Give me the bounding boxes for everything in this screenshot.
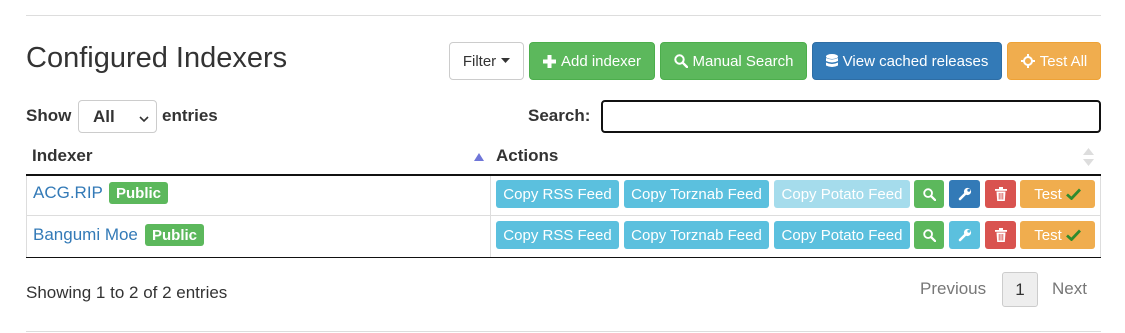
view-cached-releases-button[interactable]: View cached releases	[812, 42, 1002, 80]
show-label: Show	[26, 106, 72, 125]
copy-torznab-feed-button[interactable]: Copy Torznab Feed	[624, 180, 769, 208]
public-badge: Public	[145, 224, 205, 246]
wrench-icon	[958, 228, 972, 242]
test-label: Test	[1034, 226, 1062, 244]
pagination-previous[interactable]: Previous	[920, 279, 986, 299]
entries-length-select[interactable]: All	[78, 100, 157, 133]
table-border-left	[26, 176, 27, 257]
search-input[interactable]	[601, 100, 1101, 133]
page-title: Configured Indexers	[26, 42, 288, 74]
public-badge: Public	[109, 182, 169, 204]
indexer-test-button[interactable]: Test	[1020, 180, 1095, 208]
length-value: All	[93, 106, 115, 126]
check-icon	[1065, 229, 1081, 241]
top-divider	[26, 15, 1101, 16]
column-header-indexer[interactable]: Indexer	[32, 146, 92, 166]
copy-rss-feed-button[interactable]: Copy RSS Feed	[496, 221, 619, 249]
copy-rss-feed-button[interactable]: Copy RSS Feed	[496, 180, 619, 208]
test-label: Test	[1034, 185, 1062, 203]
bottom-divider	[26, 331, 1101, 332]
column-header-actions[interactable]: Actions	[496, 146, 558, 166]
copy-potato-feed-button[interactable]: Copy Potato Feed	[774, 221, 910, 249]
search-label: Search:	[528, 106, 591, 125]
add-indexer-button[interactable]: Add indexer	[529, 42, 655, 80]
manual-search-button[interactable]: Manual Search	[660, 42, 807, 80]
test-all-label: Test All	[1039, 52, 1088, 70]
table-header-divider	[26, 174, 1101, 176]
sort-both-icon	[1083, 148, 1094, 171]
indexer-search-button[interactable]	[914, 180, 944, 208]
crosshair-icon	[1020, 54, 1035, 68]
indexer-name-link[interactable]: Bangumi Moe	[33, 225, 138, 245]
add-indexer-label: Add indexer	[560, 52, 642, 70]
table-row-divider	[26, 215, 1101, 216]
pagination-next[interactable]: Next	[1052, 279, 1087, 299]
sort-ascending-icon	[474, 148, 484, 166]
indexer-test-button[interactable]: Test	[1020, 221, 1095, 249]
table-column-divider	[490, 176, 491, 257]
indexer-delete-button[interactable]	[985, 180, 1016, 208]
filter-label: Filter	[462, 52, 497, 70]
wrench-icon	[958, 187, 972, 201]
test-all-button[interactable]: Test All	[1007, 42, 1101, 80]
table-border-right	[1100, 176, 1101, 257]
indexer-name-link[interactable]: ACG.RIP	[33, 183, 103, 203]
table-bottom-border	[26, 257, 1101, 258]
indexer-search-button[interactable]	[914, 221, 944, 249]
indexer-delete-button[interactable]	[985, 221, 1016, 249]
indexer-configure-button[interactable]	[949, 180, 980, 208]
search-icon	[922, 228, 936, 242]
database-icon	[825, 54, 838, 68]
manual-search-label: Manual Search	[692, 52, 794, 70]
chevron-down-icon	[138, 110, 150, 130]
table-info: Showing 1 to 2 of 2 entries	[26, 283, 228, 302]
view-cached-releases-label: View cached releases	[842, 52, 989, 70]
entries-label: entries	[162, 106, 218, 125]
plus-icon	[542, 54, 556, 68]
filter-button[interactable]: Filter	[449, 42, 524, 80]
copy-torznab-feed-button[interactable]: Copy Torznab Feed	[624, 221, 769, 249]
indexer-configure-button[interactable]	[949, 221, 980, 249]
trash-icon	[994, 187, 1007, 201]
copy-potato-feed-button[interactable]: Copy Potato Feed	[774, 180, 910, 208]
caret-down-icon	[501, 58, 511, 64]
search-icon	[922, 187, 936, 201]
check-icon	[1065, 188, 1081, 200]
pagination-page-1[interactable]: 1	[1002, 272, 1038, 307]
search-icon	[673, 54, 688, 68]
trash-icon	[994, 228, 1007, 242]
